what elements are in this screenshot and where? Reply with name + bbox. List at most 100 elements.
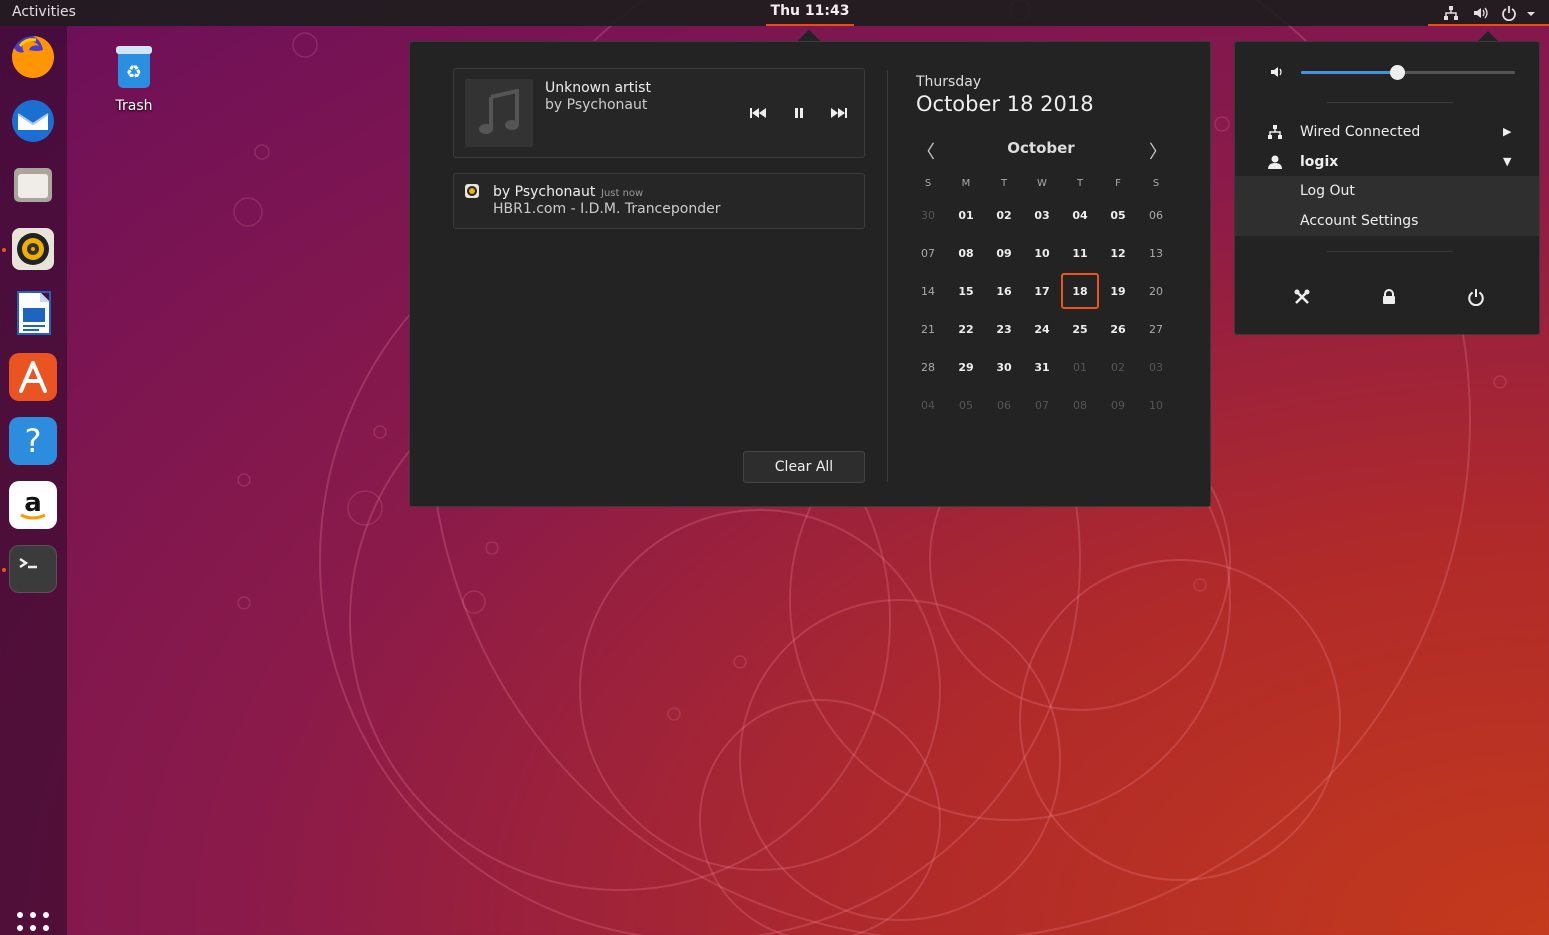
calendar-header-row: S M T W T F S (909, 170, 1175, 196)
calendar-day[interactable]: 13 (1137, 234, 1175, 272)
calendar-day[interactable]: 09 (985, 234, 1023, 272)
calendar-week: 14 15 16 17 18 19 20 (909, 272, 1175, 310)
calendar-week: 21 22 23 24 25 26 27 (909, 310, 1175, 348)
calendar-day[interactable]: 01 (947, 196, 985, 234)
media-artist: by Psychonaut (545, 97, 648, 113)
calendar-day[interactable]: 30 (985, 348, 1023, 386)
calendar-week: 30 01 02 03 04 05 06 (909, 196, 1175, 234)
show-applications-icon[interactable] (17, 912, 49, 935)
calendar-day[interactable]: 20 (1137, 272, 1175, 310)
thunderbird-icon[interactable] (9, 97, 57, 145)
ubuntu-software-icon[interactable] (9, 353, 57, 401)
account-settings-menu-item[interactable]: Account Settings (1235, 206, 1539, 236)
calendar-day[interactable]: 03 (1137, 348, 1175, 386)
calendar-day[interactable]: 07 (1023, 386, 1061, 424)
calendar-day[interactable]: 06 (1137, 196, 1175, 234)
calendar-date[interactable]: October 18 2018 (916, 92, 1094, 116)
day-header: T (1076, 177, 1084, 189)
calendar-day[interactable]: 03 (1023, 196, 1061, 234)
calendar-day[interactable]: 24 (1023, 310, 1061, 348)
trash-desktop-item[interactable]: ♻ Trash (106, 44, 162, 114)
previous-month-button[interactable]: 〈 (916, 138, 936, 164)
day-header: S (1152, 177, 1160, 189)
activities-button[interactable]: Activities (12, 4, 76, 20)
calendar-day[interactable]: 02 (985, 196, 1023, 234)
lock-button[interactable] (1376, 284, 1402, 310)
volume-slider-fill (1301, 71, 1398, 74)
calendar-day[interactable]: 11 (1061, 234, 1099, 272)
calendar-day[interactable]: 12 (1099, 234, 1137, 272)
log-out-label: Log Out (1300, 183, 1355, 199)
help-icon[interactable]: ? (9, 417, 57, 465)
calendar-day[interactable]: 06 (985, 386, 1023, 424)
calendar-day[interactable]: 10 (1137, 386, 1175, 424)
terminal-icon[interactable] (9, 545, 57, 593)
rhythmbox-icon[interactable] (9, 225, 57, 273)
settings-button[interactable] (1289, 284, 1315, 310)
calendar-day[interactable]: 27 (1137, 310, 1175, 348)
notification-item[interactable]: by Psychonaut Just now HBR1.com - I.D.M.… (453, 173, 865, 229)
media-player[interactable]: Unknown artist by Psychonaut (453, 68, 865, 158)
calendar-day[interactable]: 19 (1099, 272, 1137, 310)
amazon-icon[interactable]: a (9, 481, 57, 529)
calendar-day[interactable]: 08 (1061, 386, 1099, 424)
calendar-day[interactable]: 26 (1099, 310, 1137, 348)
notification-time: Just now (601, 188, 644, 199)
user-submenu: Log Out Account Settings (1235, 176, 1539, 236)
running-indicator (2, 568, 6, 572)
firefox-icon[interactable] (9, 33, 57, 81)
calendar-day[interactable]: 16 (985, 272, 1023, 310)
next-track-icon[interactable] (829, 105, 849, 121)
calendar-day[interactable]: 31 (1023, 348, 1061, 386)
chevron-down-icon (1527, 12, 1535, 16)
calendar-day[interactable]: 28 (909, 348, 947, 386)
system-indicators[interactable] (1428, 0, 1549, 26)
calendar-day[interactable]: 05 (947, 386, 985, 424)
calendar-day[interactable]: 30 (909, 196, 947, 234)
calendar-day[interactable]: 07 (909, 234, 947, 272)
calendar-day[interactable]: 23 (985, 310, 1023, 348)
volume-icon (1474, 7, 1488, 19)
today-label: 18 (1061, 273, 1099, 309)
calendar-day[interactable]: 14 (909, 272, 947, 310)
calendar-week: 28 29 30 31 01 02 03 (909, 348, 1175, 386)
calendar-day-today[interactable]: 18 (1061, 272, 1099, 310)
previous-track-icon[interactable] (748, 105, 768, 121)
volume-slider[interactable] (1301, 65, 1515, 80)
power-off-button[interactable] (1463, 284, 1489, 310)
power-icon (1502, 6, 1516, 21)
pause-icon[interactable] (789, 105, 809, 121)
next-month-button[interactable]: 〉 (1148, 138, 1168, 164)
calendar-day[interactable]: 04 (909, 386, 947, 424)
day-header: W (1037, 177, 1047, 189)
calendar-day[interactable]: 04 (1061, 196, 1099, 234)
calendar-day[interactable]: 21 (909, 310, 947, 348)
calendar-day[interactable]: 01 (1061, 348, 1099, 386)
files-icon[interactable] (9, 161, 57, 209)
calendar-day[interactable]: 17 (1023, 272, 1061, 310)
media-title: Unknown artist (545, 80, 651, 96)
account-settings-label: Account Settings (1300, 213, 1419, 229)
libreoffice-writer-icon[interactable] (9, 289, 57, 337)
divider (887, 70, 888, 482)
clear-all-button[interactable]: Clear All (743, 451, 865, 483)
dock: ? a (0, 26, 67, 935)
user-menu-item[interactable]: logix ▼ (1235, 147, 1539, 177)
clock-button[interactable]: Thu 11:43 (766, 3, 854, 26)
calendar-day[interactable]: 05 (1099, 196, 1137, 234)
running-indicator (2, 248, 6, 252)
calendar-day[interactable]: 25 (1061, 310, 1099, 348)
chevron-right-icon: ▶ (1503, 125, 1512, 138)
calendar-day[interactable]: 08 (947, 234, 985, 272)
calendar-day[interactable]: 15 (947, 272, 985, 310)
network-menu-item[interactable]: Wired Connected ▶ (1235, 117, 1539, 147)
calendar-day[interactable]: 02 (1099, 348, 1137, 386)
calendar-day[interactable]: 10 (1023, 234, 1061, 272)
calendar-day[interactable]: 22 (947, 310, 985, 348)
calendar-day[interactable]: 09 (1099, 386, 1137, 424)
log-out-menu-item[interactable]: Log Out (1235, 176, 1539, 206)
notification-title: by Psychonaut (493, 184, 596, 200)
calendar-day[interactable]: 29 (947, 348, 985, 386)
volume-slider-knob[interactable] (1390, 65, 1406, 80)
svg-text:a: a (24, 488, 42, 518)
